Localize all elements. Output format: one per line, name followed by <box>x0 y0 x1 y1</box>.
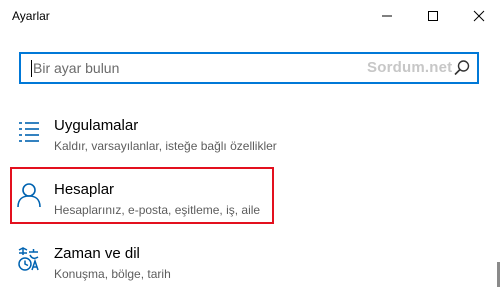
category-accounts[interactable]: Hesaplar Hesaplarınız, e-posta, eşitleme… <box>12 178 482 230</box>
watermark-text: Sordum.net <box>367 59 453 76</box>
search-icon[interactable] <box>453 59 471 77</box>
close-button[interactable] <box>456 0 502 32</box>
search-input[interactable] <box>27 58 363 78</box>
close-icon <box>473 10 485 22</box>
settings-window: Ayarlar Sordum.net <box>0 0 502 287</box>
category-description: Kaldır, varsayılanlar, isteğe bağlı özel… <box>54 139 277 153</box>
search-box[interactable]: Sordum.net <box>19 52 479 84</box>
category-time-language[interactable]: Zaman ve dil Konuşma, bölge, tarih <box>12 242 482 294</box>
title-bar[interactable]: Ayarlar <box>0 0 502 32</box>
category-label: Hesaplar <box>54 181 115 198</box>
maximize-button[interactable] <box>410 0 456 32</box>
maximize-icon <box>428 11 438 21</box>
text-caret <box>31 60 32 77</box>
category-apps[interactable]: Uygulamalar Kaldır, varsayılanlar, isteğ… <box>12 114 482 166</box>
minimize-button[interactable] <box>364 0 410 32</box>
person-icon <box>17 183 41 208</box>
category-label: Uygulamalar <box>54 117 139 134</box>
apps-list-icon <box>19 122 39 142</box>
time-language-icon <box>18 247 39 271</box>
scrollbar[interactable] <box>497 262 500 287</box>
category-description: Konuşma, bölge, tarih <box>54 267 171 281</box>
window-title: Ayarlar <box>12 9 50 23</box>
minimize-icon <box>382 15 392 17</box>
category-label: Zaman ve dil <box>54 245 140 262</box>
category-description: Hesaplarınız, e-posta, eşitleme, iş, ail… <box>54 203 261 217</box>
